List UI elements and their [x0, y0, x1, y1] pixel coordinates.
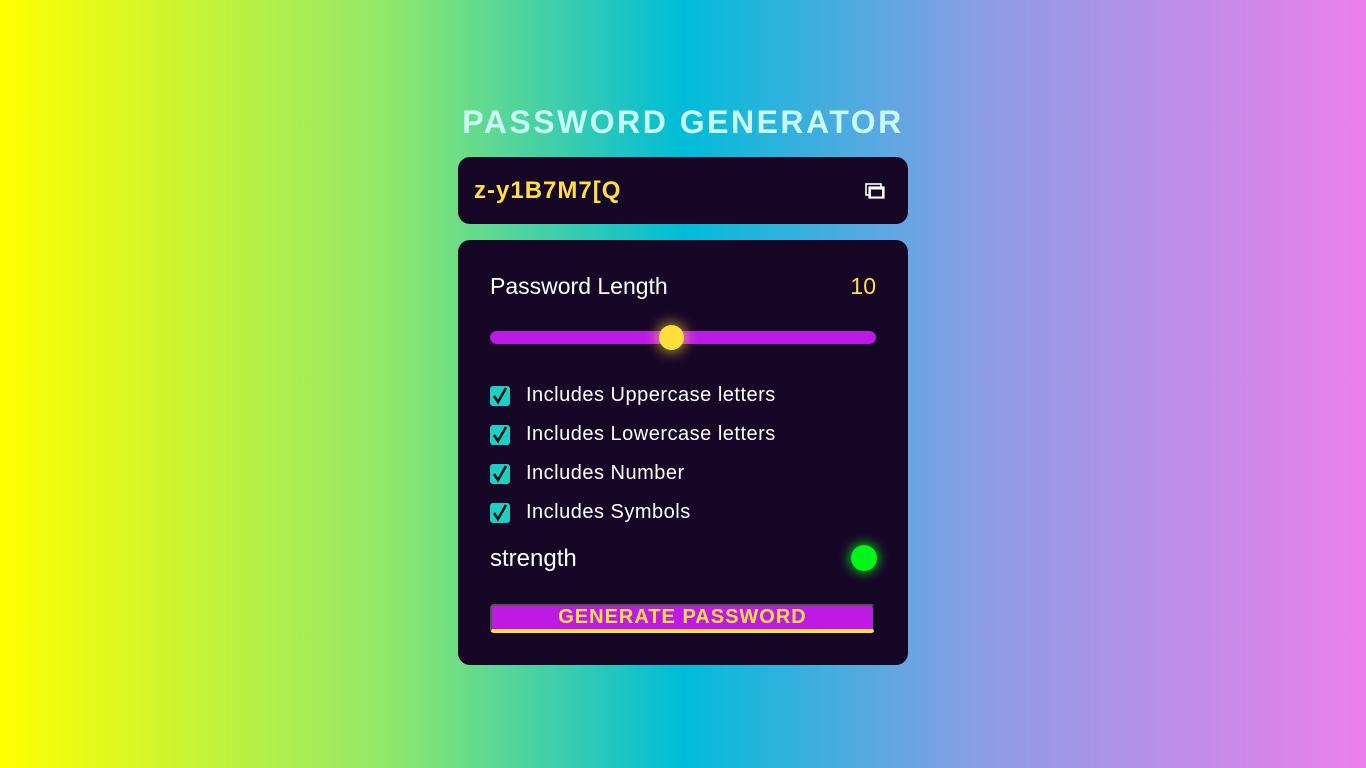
length-value: 10	[850, 273, 876, 299]
options-list: Includes Uppercase letters Includes Lowe…	[490, 376, 776, 532]
checkmark-icon	[492, 464, 508, 482]
settings-panel: Password Length 10 Includes Uppercase le…	[458, 240, 908, 665]
option-label-number: Includes Number	[526, 462, 685, 484]
slider-thumb[interactable]	[659, 325, 685, 350]
option-label-symbols: Includes Symbols	[526, 501, 691, 523]
checkmark-icon	[492, 425, 508, 443]
strength-indicator	[851, 545, 877, 571]
checkbox-lowercase[interactable]	[490, 424, 510, 445]
option-number[interactable]: Includes Number	[490, 454, 776, 493]
strength-label: strength	[490, 545, 577, 572]
app-title: PASSWORD GENERATOR	[462, 104, 904, 140]
checkbox-uppercase[interactable]	[490, 385, 510, 406]
option-lowercase[interactable]: Includes Lowercase letters	[490, 415, 776, 454]
length-label: Password Length	[490, 273, 668, 299]
password-output: z-y1B7M7[Q	[474, 176, 622, 204]
option-label-uppercase: Includes Uppercase letters	[526, 384, 776, 406]
checkbox-symbols[interactable]	[490, 502, 510, 523]
length-slider[interactable]	[490, 325, 876, 350]
checkmark-icon	[492, 503, 508, 521]
password-display: z-y1B7M7[Q	[458, 157, 908, 224]
copy-icon	[865, 182, 885, 199]
option-symbols[interactable]: Includes Symbols	[490, 493, 776, 532]
generate-password-button[interactable]: GENERATE PASSWORD	[490, 604, 875, 633]
copy-button[interactable]	[864, 181, 886, 201]
checkmark-icon	[492, 386, 508, 404]
option-uppercase[interactable]: Includes Uppercase letters	[490, 376, 776, 415]
option-label-lowercase: Includes Lowercase letters	[526, 423, 776, 445]
checkbox-number[interactable]	[490, 463, 510, 484]
